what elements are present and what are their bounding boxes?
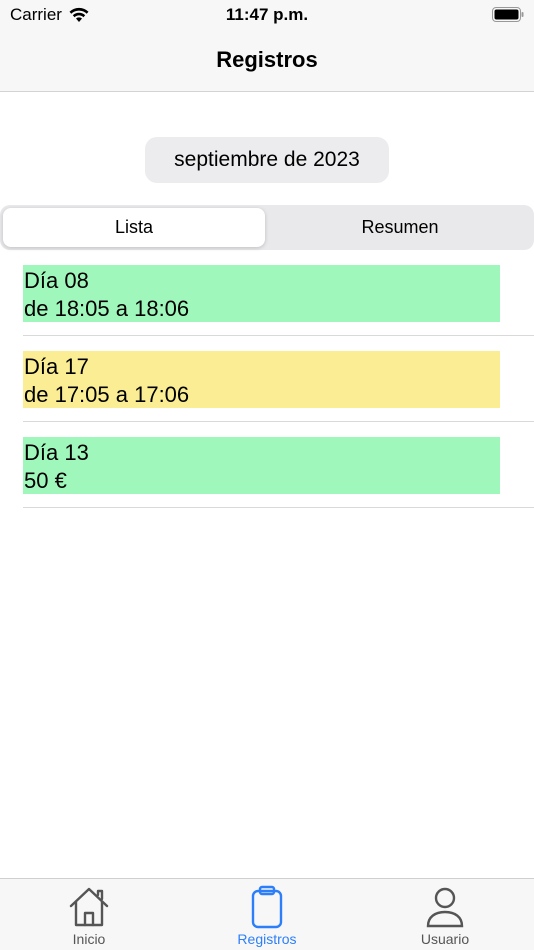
status-time: 11:47 p.m.: [225, 5, 309, 24]
record-card[interactable]: Día 13 50 €: [23, 437, 500, 494]
list-item[interactable]: Día 08 de 18:05 a 18:06: [23, 250, 534, 336]
record-card[interactable]: Día 17 de 17:05 a 17:06: [23, 351, 500, 408]
clipboard-icon: [251, 885, 283, 929]
record-detail: 50 €: [24, 468, 67, 493]
segmented-control: Lista Resumen: [0, 205, 534, 250]
list-item[interactable]: Día 13 50 €: [23, 422, 534, 508]
month-selector-button[interactable]: septiembre de 2023: [145, 137, 389, 183]
record-day: Día 08: [24, 268, 89, 293]
tab-inicio-label: Inicio: [72, 931, 106, 947]
tab-usuario-label: Usuario: [420, 931, 470, 947]
battery-icon: [492, 7, 524, 22]
record-detail: de 17:05 a 17:06: [24, 382, 190, 407]
tab-usuario[interactable]: Usuario: [356, 885, 534, 947]
record-day: Día 13: [24, 440, 89, 465]
month-label: septiembre de 2023: [174, 148, 360, 171]
person-icon: [426, 887, 464, 928]
record-day: Día 17: [24, 354, 89, 379]
page-title: Registros: [216, 47, 318, 72]
tab-inicio[interactable]: Inicio: [0, 885, 178, 947]
segment-lista[interactable]: Lista: [3, 208, 265, 247]
tab-bar: Inicio Registros Usuario: [0, 878, 534, 950]
segment-resumen[interactable]: Resumen: [268, 208, 532, 247]
house-icon: [69, 887, 109, 927]
segment-resumen-label: Resumen: [361, 217, 439, 237]
record-detail: de 18:05 a 18:06: [24, 296, 190, 321]
segment-lista-label: Lista: [114, 217, 154, 237]
status-bar: Carrier 11:47 p.m.: [0, 0, 534, 32]
tab-registros-label: Registros: [237, 931, 297, 947]
tab-registros[interactable]: Registros: [178, 885, 356, 947]
list-item[interactable]: Día 17 de 17:05 a 17:06: [23, 336, 534, 422]
records-list: Día 08 de 18:05 a 18:06 Día 17 de 17:05 …: [0, 250, 534, 508]
navigation-bar: Registros: [0, 32, 534, 92]
record-card[interactable]: Día 08 de 18:05 a 18:06: [23, 265, 500, 322]
